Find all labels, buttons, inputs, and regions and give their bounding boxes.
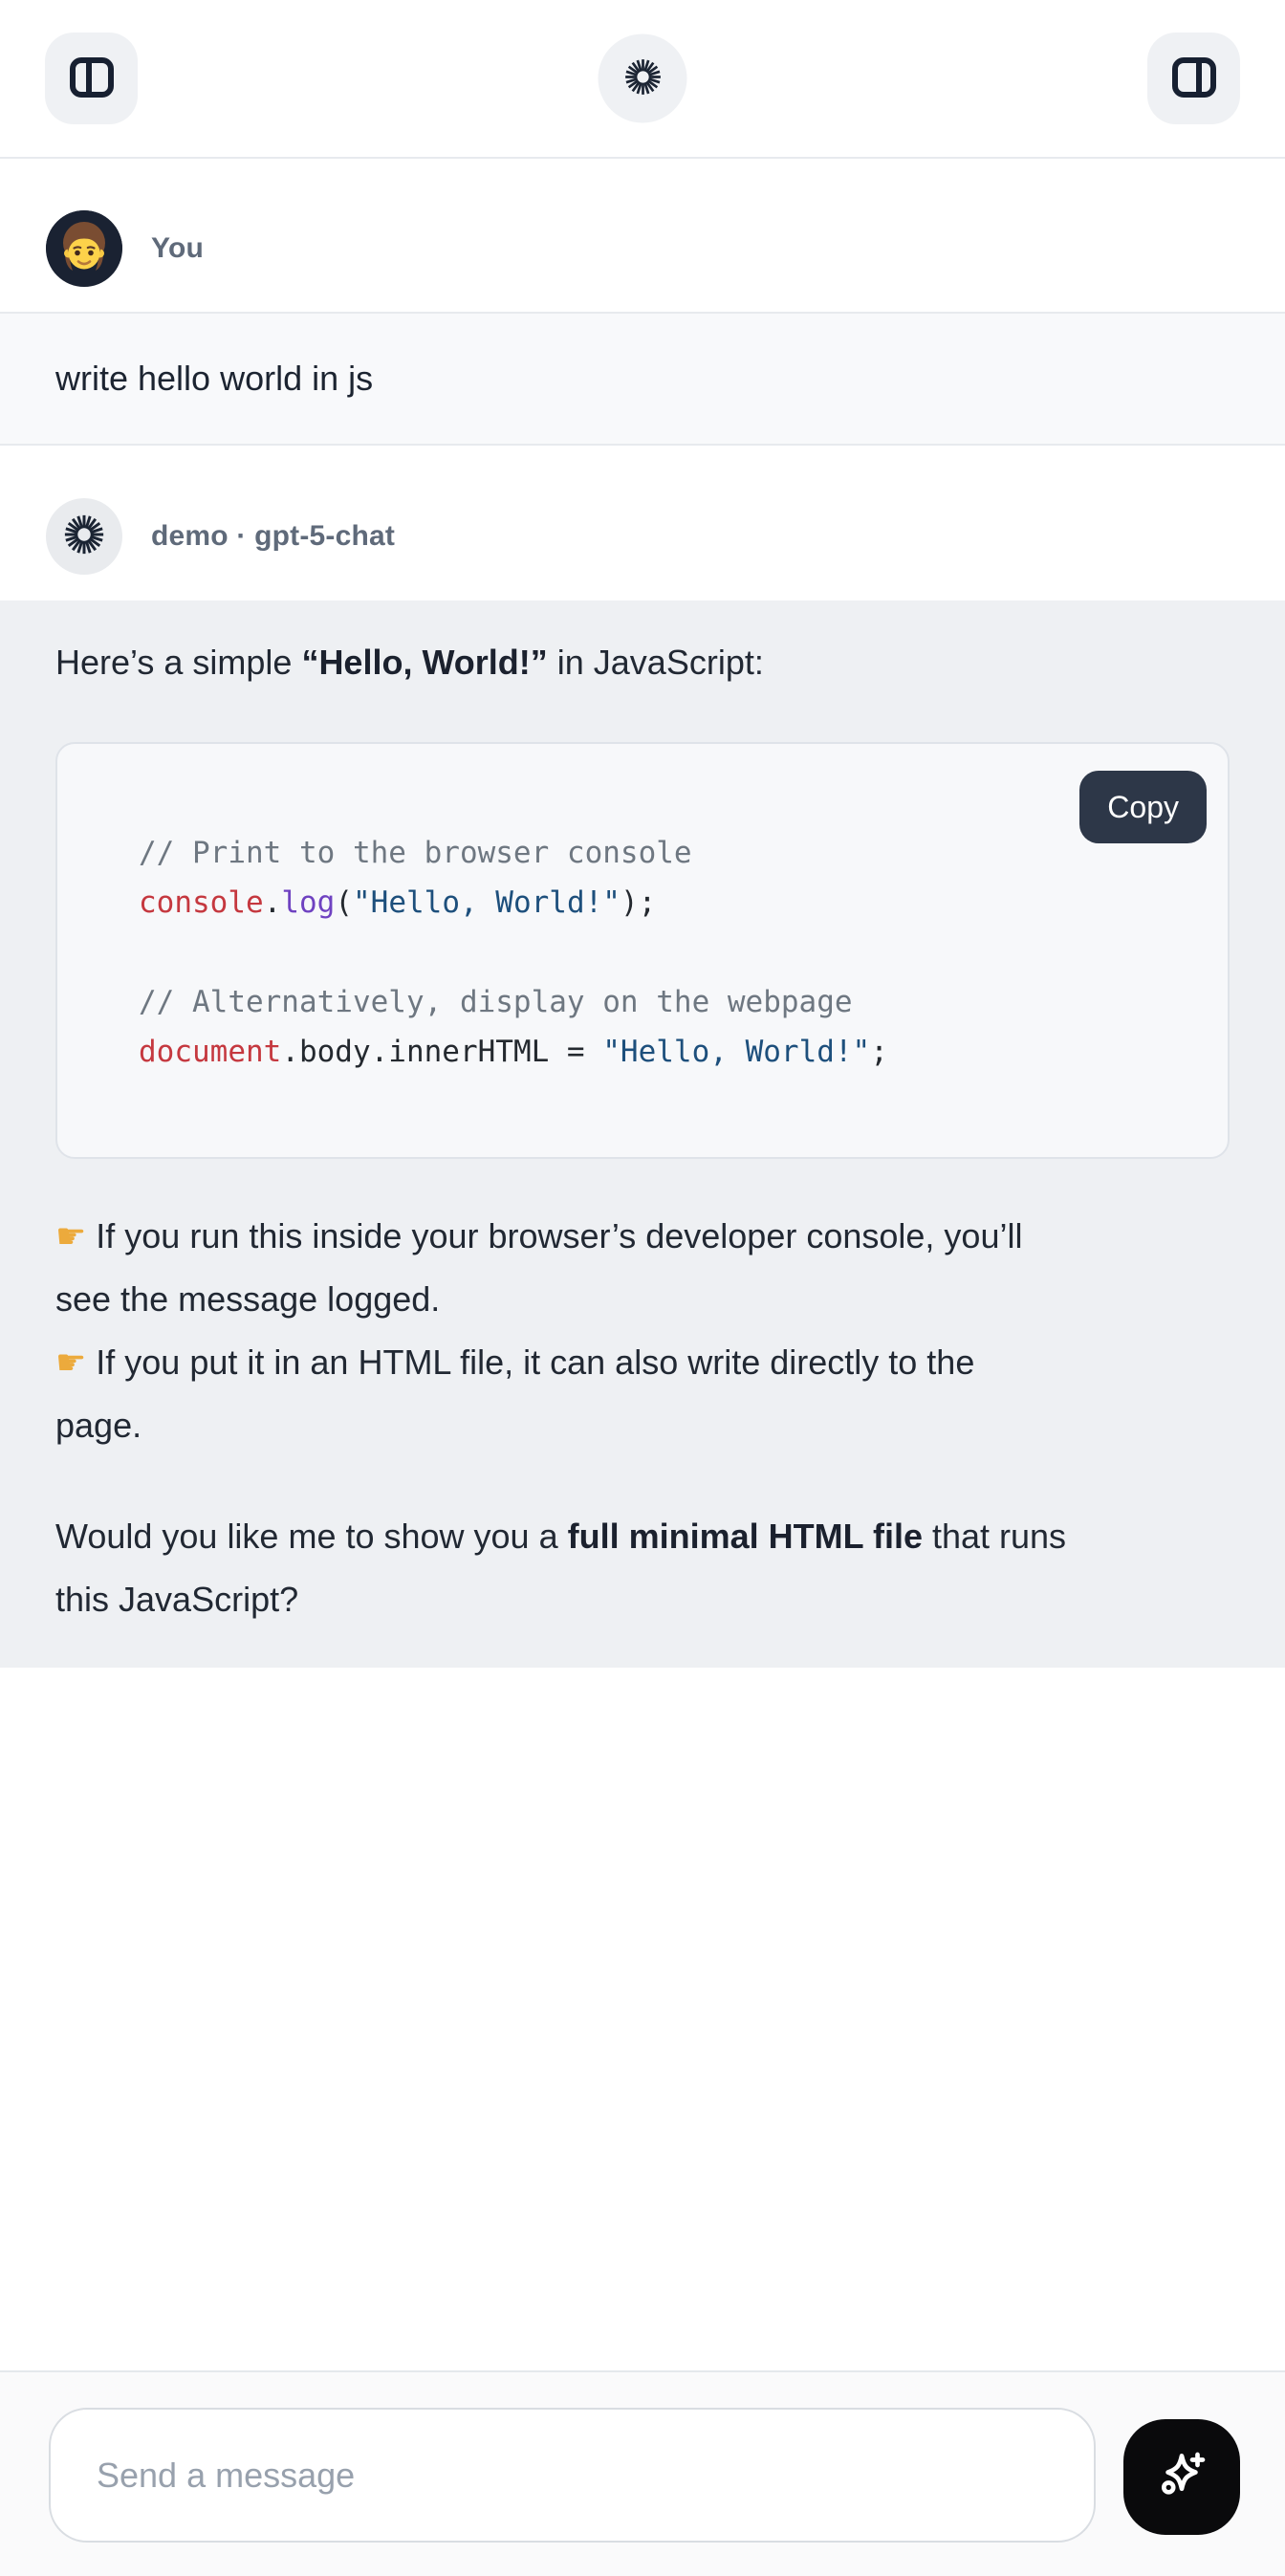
assistant-message: Here’s a simple “Hello, World!” in JavaS…: [0, 600, 1285, 1668]
user-message: write hello world in js: [0, 312, 1285, 446]
person-emoji-icon: [46, 210, 122, 287]
assistant-avatar: [46, 498, 122, 575]
chat-scroll-area[interactable]: You write hello world in js: [0, 159, 1285, 1668]
panel-right-icon: [1171, 55, 1217, 103]
speaker-separator: ·: [229, 520, 254, 552]
note-line: ☛ If you put it in an HTML file, it can …: [55, 1331, 1230, 1394]
note-line: see the message logged.: [55, 1268, 1230, 1331]
followup-line: Would you like me to show you a full min…: [55, 1505, 1230, 1568]
note-line: page.: [55, 1394, 1230, 1457]
assistant-agent-name: demo: [151, 520, 229, 552]
panel-left-icon: [69, 55, 115, 103]
code-line: [139, 928, 1146, 977]
assistant-speaker-label: demo · gpt-5-chat: [151, 520, 395, 553]
right-panel-toggle-button[interactable]: [1147, 33, 1240, 124]
code-content: // Print to the browser console console.…: [139, 828, 1146, 1077]
starburst-icon: [622, 57, 663, 100]
followup-line: this JavaScript?: [55, 1568, 1230, 1631]
composer-bar: [0, 2370, 1285, 2576]
sidebar-toggle-button[interactable]: [45, 33, 138, 124]
top-bar: [0, 0, 1285, 159]
sparkle-icon: [1150, 2444, 1213, 2510]
assistant-notes: ☛ If you run this inside your browser’s …: [55, 1205, 1230, 1457]
code-line: document.body.innerHTML = "Hello, World!…: [139, 1027, 1146, 1077]
code-line: // Alternatively, display on the webpage: [139, 977, 1146, 1027]
send-button[interactable]: [1123, 2419, 1240, 2535]
assistant-intro-line: Here’s a simple “Hello, World!” in JavaS…: [55, 631, 1230, 694]
code-block: Copy // Print to the browser console con…: [55, 742, 1230, 1159]
starburst-icon: [62, 513, 106, 561]
message-input[interactable]: [49, 2408, 1096, 2543]
assistant-model-name: gpt-5-chat: [254, 520, 395, 552]
chat-app: You write hello world in js: [0, 0, 1285, 2576]
user-avatar: [46, 210, 122, 287]
code-line: console.log("Hello, World!");: [139, 878, 1146, 928]
assistant-turn-header: demo · gpt-5-chat: [0, 446, 1285, 600]
user-speaker-label: You: [151, 232, 204, 265]
assistant-followup: Would you like me to show you a full min…: [55, 1505, 1230, 1631]
code-line: // Print to the browser console: [139, 828, 1146, 878]
user-turn-header: You: [0, 159, 1285, 312]
note-line: ☛ If you run this inside your browser’s …: [55, 1205, 1230, 1268]
user-message-text: write hello world in js: [55, 358, 1230, 400]
model-spinner-button[interactable]: [599, 34, 687, 123]
copy-button[interactable]: Copy: [1079, 771, 1207, 843]
